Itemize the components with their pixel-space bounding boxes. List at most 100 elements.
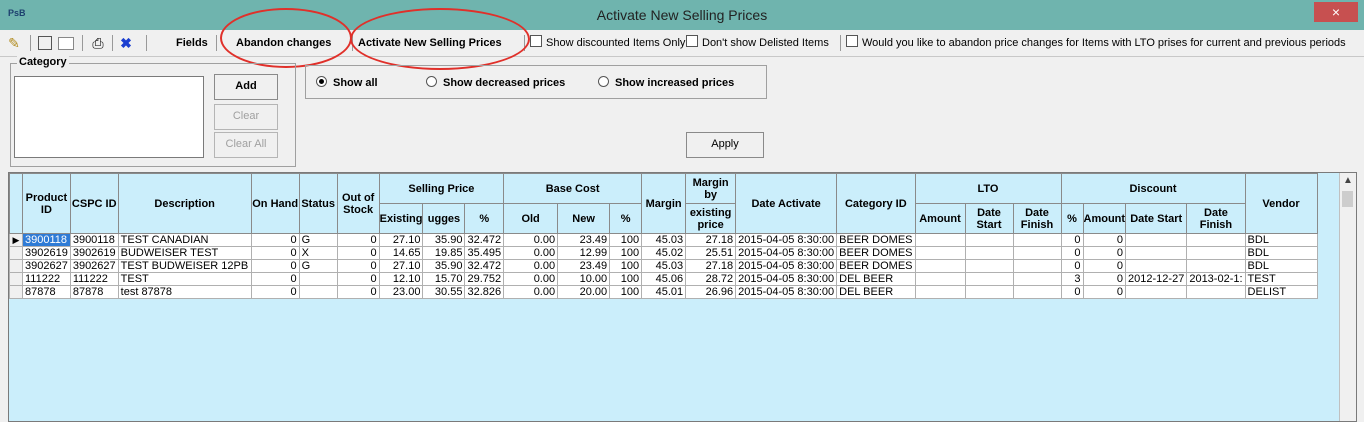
cell-sp-existing[interactable]: 12.10	[378, 272, 424, 286]
row-indicator[interactable]	[9, 285, 23, 299]
cell-margin-existing[interactable]: 25.51	[685, 246, 737, 260]
cell-margin-existing[interactable]: 27.18	[685, 233, 737, 247]
cell-disc-pct[interactable]: 0	[1060, 285, 1084, 299]
checkbox-box[interactable]	[846, 35, 858, 47]
cell-disc-date-start[interactable]	[1125, 233, 1188, 247]
cell-product-id[interactable]: 87878	[22, 285, 71, 299]
cell-lto-date-finish[interactable]	[1012, 233, 1062, 247]
cell-date-activate[interactable]: 2015-04-05 8:30:00	[735, 259, 838, 273]
cell-sp-existing[interactable]: 23.00	[378, 285, 424, 299]
cell-bc-new[interactable]: 23.49	[557, 233, 611, 247]
cell-category-id[interactable]: BEER DOMES	[836, 246, 916, 260]
cell-disc-amount[interactable]: 0	[1082, 272, 1127, 286]
col-category-id[interactable]: Category ID	[836, 173, 916, 234]
radio-dot[interactable]	[316, 76, 327, 87]
cell-product-id[interactable]: 3900118	[22, 233, 71, 247]
cell-margin[interactable]: 45.03	[641, 233, 687, 247]
cell-bc-pct[interactable]: 100	[609, 285, 643, 299]
col-out-of-stock[interactable]: Out of Stock	[336, 173, 380, 234]
close-window-button[interactable]: ×	[1314, 2, 1358, 22]
cell-disc-pct[interactable]: 0	[1060, 246, 1084, 260]
cell-margin-existing[interactable]: 26.96	[685, 285, 737, 299]
cell-disc-date-finish[interactable]: 2013-02-1:	[1186, 272, 1246, 286]
col-disc-date-finish[interactable]: Date Finish	[1186, 203, 1246, 234]
col-status[interactable]: Status	[298, 173, 338, 234]
checkbox-box[interactable]	[530, 35, 542, 47]
cell-sp-pct[interactable]: 32.472	[464, 233, 505, 247]
col-margin[interactable]: Margin	[641, 173, 687, 234]
cell-status[interactable]: G	[298, 259, 338, 273]
table-row[interactable]: 3902619 3902619 BUDWEISER TEST 0 X 0 14.65 19.8…	[9, 246, 1318, 260]
cell-margin-existing[interactable]: 27.18	[685, 259, 737, 273]
wand-icon[interactable]: ✎	[6, 35, 22, 51]
cell-margin[interactable]: 45.01	[641, 285, 687, 299]
col-disc-date-start[interactable]: Date Start	[1125, 203, 1188, 234]
cell-sp-suggested[interactable]: 19.85	[422, 246, 466, 260]
col-disc-amount[interactable]: Amount	[1082, 203, 1127, 234]
cell-out-of-stock[interactable]: 0	[336, 272, 380, 286]
col-margin-by[interactable]: Margin by	[685, 173, 737, 204]
cell-lto-amount[interactable]	[914, 259, 966, 273]
cell-status[interactable]: G	[298, 233, 338, 247]
cell-on-hand[interactable]: 0	[250, 246, 300, 260]
show-discounted-checkbox[interactable]: Show discounted Items Only	[530, 33, 685, 53]
cell-sp-existing[interactable]: 27.10	[378, 233, 424, 247]
cell-lto-date-finish[interactable]	[1012, 259, 1062, 273]
cell-cspc-id[interactable]: 111222	[69, 272, 119, 286]
cell-sp-suggested[interactable]: 15.70	[422, 272, 466, 286]
cell-vendor[interactable]: BDL	[1244, 246, 1318, 260]
col-sp-existing[interactable]: Existing	[378, 203, 424, 234]
table-row[interactable]: ▶ 3900118 3900118 TEST CANADIAN 0 G 0 27.10 35.9…	[9, 233, 1318, 247]
apply-button[interactable]: Apply	[686, 132, 764, 158]
current-row-indicator-icon[interactable]: ▶	[9, 233, 23, 247]
cell-margin[interactable]: 45.06	[641, 272, 687, 286]
cell-description[interactable]: TEST BUDWEISER 12PB	[117, 259, 252, 273]
cell-bc-new[interactable]: 10.00	[557, 272, 611, 286]
cell-disc-amount[interactable]: 0	[1082, 285, 1127, 299]
col-margin-existing-price[interactable]: existing price	[685, 203, 737, 234]
cell-bc-old[interactable]: 0.00	[503, 246, 559, 260]
cell-category-id[interactable]: BEER DOMES	[836, 233, 916, 247]
cell-out-of-stock[interactable]: 0	[336, 246, 380, 260]
cell-bc-new[interactable]: 12.99	[557, 246, 611, 260]
cell-bc-new[interactable]: 20.00	[557, 285, 611, 299]
cell-bc-old[interactable]: 0.00	[503, 233, 559, 247]
row-indicator[interactable]	[9, 246, 23, 260]
vertical-scrollbar[interactable]: ▲	[1339, 173, 1356, 421]
checkbox-box[interactable]	[686, 35, 698, 47]
cell-bc-pct[interactable]: 100	[609, 259, 643, 273]
radio-show-decreased[interactable]: Show decreased prices	[426, 76, 565, 89]
cell-vendor[interactable]: BDL	[1244, 233, 1318, 247]
cell-disc-date-finish[interactable]	[1186, 259, 1246, 273]
cell-vendor[interactable]: TEST	[1244, 272, 1318, 286]
cell-disc-pct[interactable]: 0	[1060, 233, 1084, 247]
cell-date-activate[interactable]: 2015-04-05 8:30:00	[735, 246, 838, 260]
cell-sp-suggested[interactable]: 35.90	[422, 259, 466, 273]
cell-sp-pct[interactable]: 32.472	[464, 259, 505, 273]
fields-button[interactable]: Fields	[176, 33, 208, 53]
cell-category-id[interactable]: DEL BEER	[836, 285, 916, 299]
cell-cspc-id[interactable]: 3902627	[69, 259, 119, 273]
cell-lto-date-start[interactable]	[964, 285, 1014, 299]
cell-lto-date-start[interactable]	[964, 272, 1014, 286]
cell-on-hand[interactable]: 0	[250, 233, 300, 247]
cell-disc-date-finish[interactable]	[1186, 285, 1246, 299]
blank-icon[interactable]	[58, 37, 74, 50]
add-category-button[interactable]: Add	[214, 74, 278, 100]
col-sp-suggested[interactable]: ugges	[422, 203, 466, 234]
cell-product-id[interactable]: 3902619	[22, 246, 71, 260]
cell-cspc-id[interactable]: 3902619	[69, 246, 119, 260]
hide-delisted-checkbox[interactable]: Don't show Delisted Items	[686, 33, 829, 53]
cell-cspc-id[interactable]: 87878	[69, 285, 119, 299]
cell-vendor[interactable]: DELIST	[1244, 285, 1318, 299]
cell-bc-new[interactable]: 23.49	[557, 259, 611, 273]
cell-on-hand[interactable]: 0	[250, 285, 300, 299]
col-on-hand[interactable]: On Hand	[250, 173, 300, 234]
cell-margin[interactable]: 45.02	[641, 246, 687, 260]
cell-on-hand[interactable]: 0	[250, 259, 300, 273]
col-lto[interactable]: LTO	[914, 173, 1062, 204]
cell-disc-amount[interactable]: 0	[1082, 233, 1127, 247]
cell-margin[interactable]: 45.03	[641, 259, 687, 273]
cell-disc-date-start[interactable]	[1125, 246, 1188, 260]
table-row[interactable]: 111222 111222 TEST 0 0 12.10 15.70 29.752 0.00 10…	[9, 272, 1318, 286]
